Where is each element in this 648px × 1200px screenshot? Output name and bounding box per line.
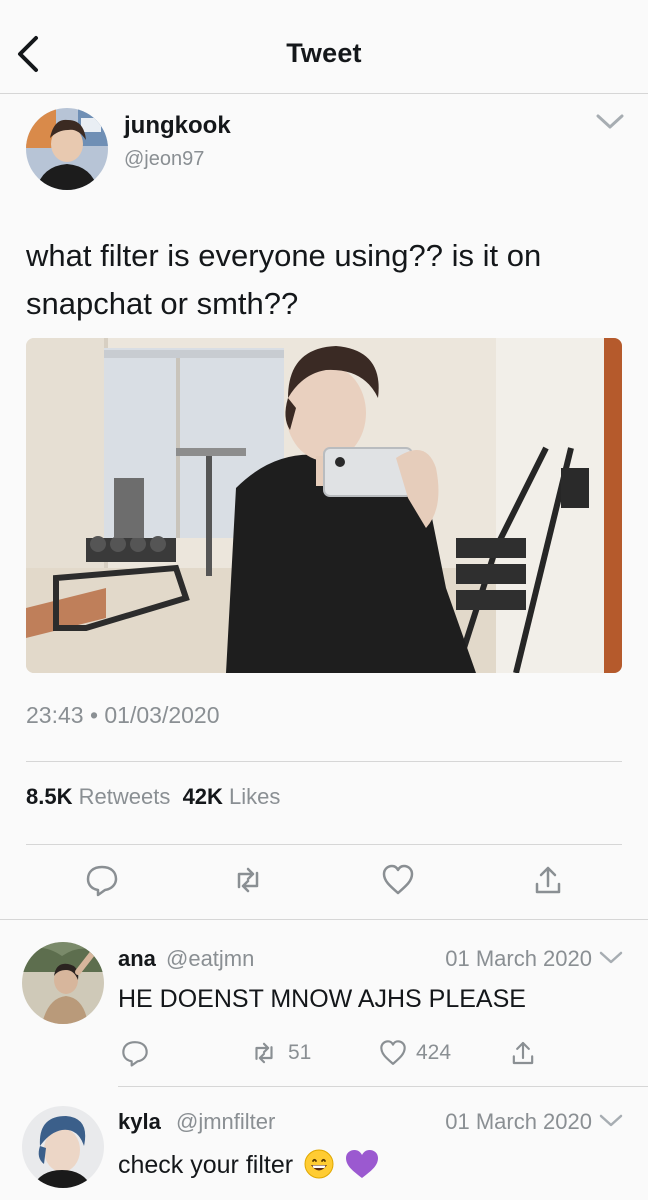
tweet-text-line: snapchat or smth?? — [26, 286, 299, 321]
reply-author-name[interactable]: ana @eatjmn — [118, 946, 254, 972]
reply-author-handle[interactable]: @jmnfilter — [176, 1109, 275, 1135]
tweet-text: what filter is everyone using?? is it on… — [26, 232, 626, 328]
chevron-down-icon[interactable] — [598, 1111, 624, 1131]
reply-author-name-text[interactable]: ana — [118, 946, 156, 971]
retweets-label[interactable]: Retweets — [79, 784, 171, 809]
reply-text-content: check your filter — [118, 1151, 294, 1179]
avatar[interactable] — [22, 1106, 104, 1188]
share-action[interactable] — [508, 1038, 538, 1068]
reply-item[interactable]: ana @eatjmn 01 March 2020 HE DOENST MNOW… — [0, 920, 648, 1086]
like-count[interactable]: 42K — [183, 784, 223, 809]
tweet-text-line: what filter is everyone using?? is it on — [26, 238, 542, 273]
heart-icon[interactable] — [378, 1038, 408, 1068]
retweet-count[interactable]: 8.5K — [26, 784, 72, 809]
reply-date: 01 March 2020 — [445, 946, 592, 971]
retweet-icon[interactable] — [248, 1038, 280, 1068]
reply-author-handle[interactable]: @eatjmn — [166, 946, 254, 972]
likes-label[interactable]: Likes — [229, 784, 280, 809]
reply-icon[interactable] — [120, 1038, 150, 1068]
header-bar: Tweet — [0, 0, 648, 94]
reply-text: check your filter — [118, 1149, 378, 1180]
reply-author-name-text[interactable]: kyla — [118, 1109, 161, 1134]
reply-item[interactable]: kyla @jmnfilter 01 March 2020 check your… — [0, 1087, 648, 1200]
like-action[interactable]: 424 — [378, 1038, 451, 1068]
avatar[interactable] — [22, 942, 104, 1024]
tweet-timestamp: 23:43 • 01/03/2020 — [26, 702, 220, 728]
heart-icon[interactable] — [380, 862, 416, 898]
retweet-count: 51 — [288, 1041, 312, 1064]
avatar[interactable] — [26, 108, 108, 190]
chevron-down-icon[interactable] — [594, 110, 626, 134]
tweet-author: jungkook @jeon97 — [0, 94, 648, 204]
reply-date: 01 March 2020 — [445, 1109, 592, 1134]
tweet-photo[interactable] — [26, 338, 622, 673]
author-handle[interactable]: @jeon97 — [124, 148, 204, 171]
grinning-face-emoji — [304, 1149, 334, 1179]
reply-author-name[interactable]: kyla @jmnfilter — [118, 1109, 275, 1135]
reply-action[interactable] — [120, 1038, 150, 1068]
reply-text: HE DOENST MNOW AJHS PLEASE — [118, 985, 526, 1013]
divider — [26, 844, 622, 845]
tweet-action-bar — [0, 862, 648, 902]
chevron-down-icon[interactable] — [598, 948, 624, 968]
author-name[interactable]: jungkook — [124, 112, 231, 140]
retweet-action[interactable]: 51 — [248, 1038, 311, 1068]
like-count: 424 — [416, 1041, 452, 1064]
retweet-icon[interactable] — [230, 862, 266, 898]
purple-heart-emoji — [345, 1149, 378, 1179]
share-icon[interactable] — [530, 862, 566, 898]
page-title: Tweet — [286, 38, 362, 68]
tweet-stats: 8.5K Retweets 42K Likes — [26, 784, 280, 810]
share-icon[interactable] — [508, 1038, 538, 1068]
reply-icon[interactable] — [84, 862, 120, 898]
divider — [26, 761, 622, 762]
